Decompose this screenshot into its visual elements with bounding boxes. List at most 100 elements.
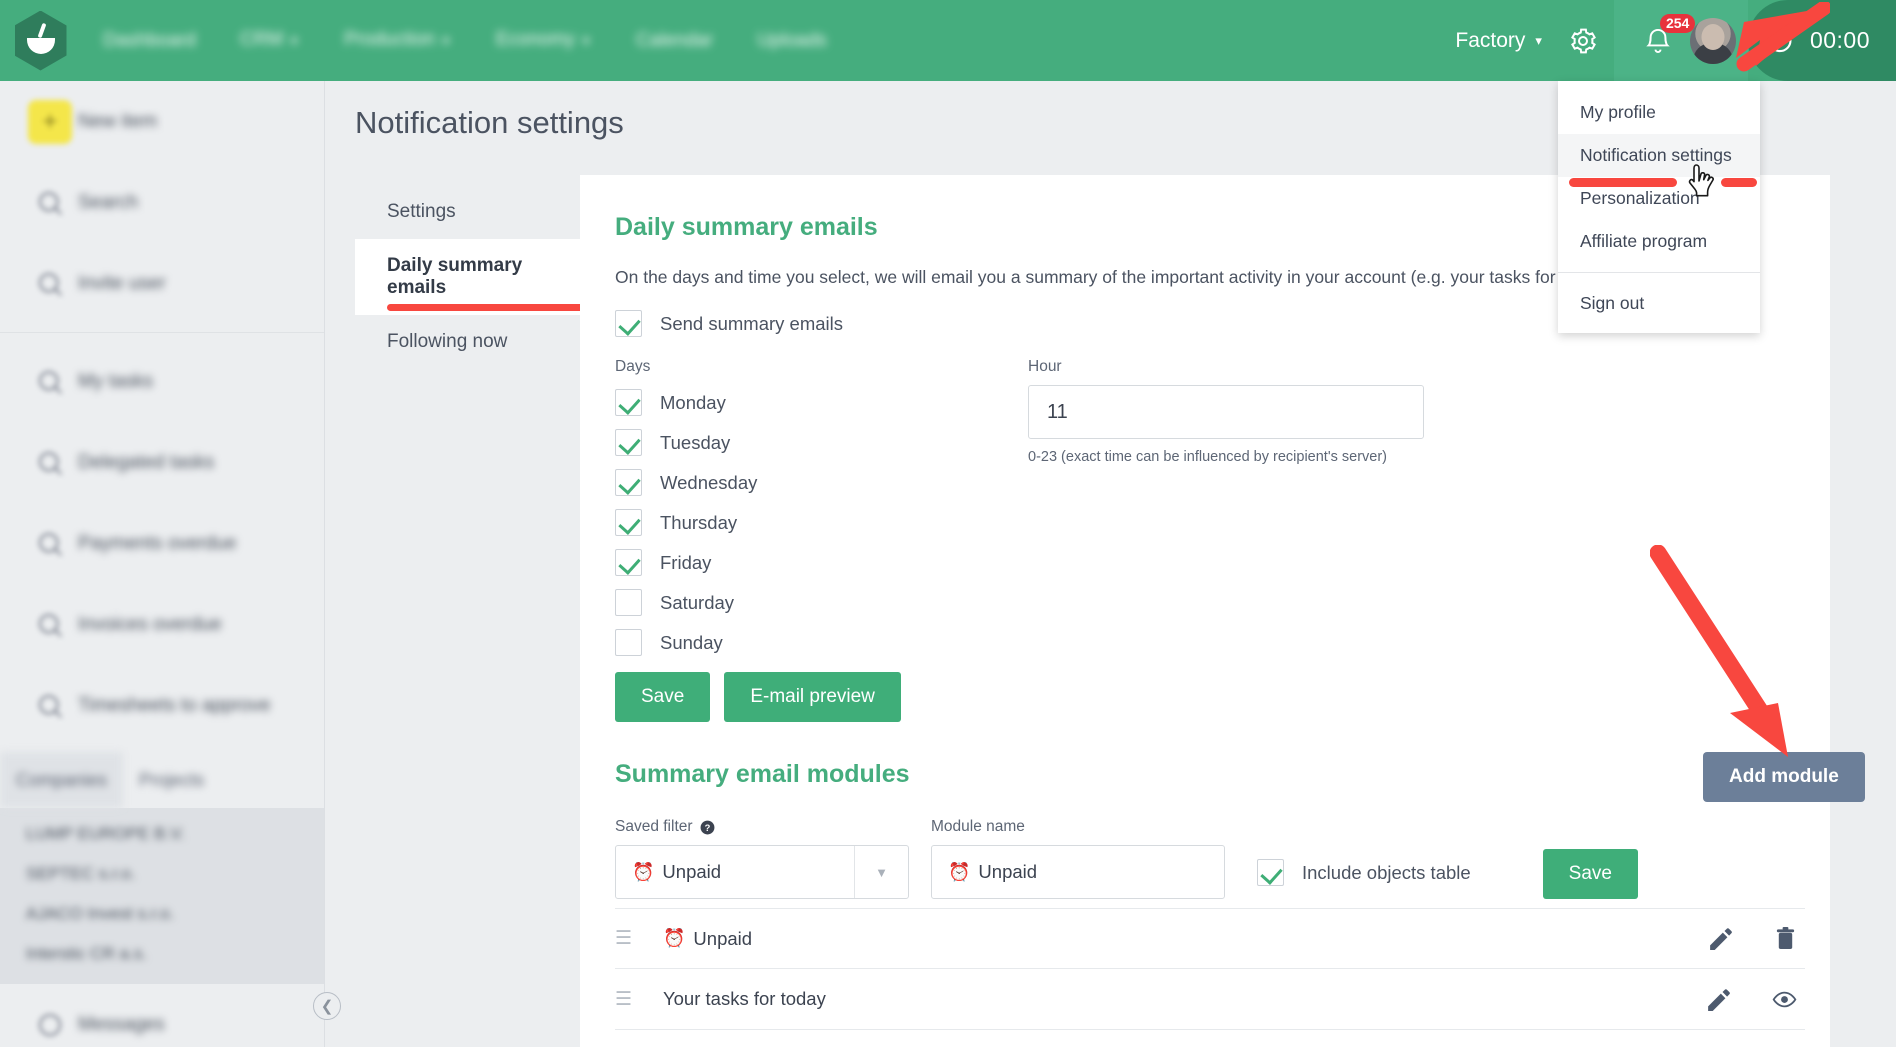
module-row: ☰Your tasks for today bbox=[615, 969, 1805, 1030]
nav-item-economy[interactable]: Economy▼ bbox=[474, 0, 614, 82]
app-logo[interactable] bbox=[0, 0, 81, 81]
company-list-item[interactable]: AJACO Invest s.r.o. bbox=[0, 894, 324, 934]
left-sidebar: +New itemSearchInvite user My tasks Deleg… bbox=[0, 81, 325, 1047]
day-checkbox-monday[interactable] bbox=[615, 389, 642, 416]
subnav-item-settings[interactable]: Settings bbox=[355, 185, 580, 239]
hour-input[interactable] bbox=[1028, 385, 1424, 439]
drag-handle-icon[interactable]: ☰ bbox=[615, 929, 637, 948]
sidebar-collapse-button[interactable]: ❮ bbox=[313, 992, 341, 1020]
day-row-monday[interactable]: Monday bbox=[615, 389, 757, 416]
sidebar-divider bbox=[0, 332, 324, 333]
nav-item-label: Dashboard bbox=[103, 30, 196, 51]
saved-filter-select[interactable]: ⏰ Unpaid ▼ bbox=[615, 845, 909, 899]
subnav-item-label: Following now bbox=[387, 331, 507, 352]
eye-icon[interactable] bbox=[1772, 987, 1797, 1012]
day-label: Friday bbox=[660, 552, 711, 574]
user-avatar[interactable] bbox=[1690, 18, 1736, 64]
chevron-down-icon: ▼ bbox=[288, 34, 300, 48]
question-mark-icon[interactable]: ? bbox=[700, 820, 715, 835]
subnav-item-label: Settings bbox=[387, 201, 456, 222]
sidebar-tab-projects[interactable]: Projects bbox=[123, 770, 220, 791]
day-row-saturday[interactable]: Saturday bbox=[615, 589, 757, 616]
module-save-button[interactable]: Save bbox=[1543, 849, 1638, 899]
day-row-sunday[interactable]: Sunday bbox=[615, 629, 757, 656]
menu-item-notification-settings[interactable]: Notification settings bbox=[1558, 134, 1760, 177]
tasks-icon bbox=[35, 367, 65, 397]
pencil-icon[interactable] bbox=[1705, 987, 1730, 1012]
annotation-underline-menu-left bbox=[1569, 178, 1677, 187]
save-button[interactable]: Save bbox=[615, 672, 710, 722]
nav-item-production[interactable]: Production▼ bbox=[322, 0, 474, 82]
nav-item-calendar[interactable]: Calendar bbox=[614, 0, 735, 81]
sidebar-item-label: My tasks bbox=[78, 371, 153, 393]
module-name-label: Module name bbox=[931, 818, 1225, 836]
module-name-input[interactable]: ⏰ Unpaid bbox=[931, 845, 1225, 899]
day-checkbox-tuesday[interactable] bbox=[615, 429, 642, 456]
trash-icon[interactable] bbox=[1774, 926, 1797, 951]
day-checkbox-saturday[interactable] bbox=[615, 589, 642, 616]
nav-item-crm[interactable]: CRM ▼ bbox=[218, 0, 322, 82]
company-list-item[interactable]: Interstic CR a.s. bbox=[0, 934, 324, 974]
sidebar-item-delegated-tasks[interactable]: Delegated tasks bbox=[0, 422, 324, 503]
nav-item-dashboard[interactable]: Dashboard bbox=[81, 0, 218, 81]
sidebar-item-my-tasks[interactable]: My tasks bbox=[0, 341, 324, 422]
saved-filter-group: Saved filter ? ⏰ Unpaid ▼ bbox=[615, 818, 909, 899]
sidebar-item-invite-user[interactable]: Invite user bbox=[0, 243, 324, 324]
day-row-wednesday[interactable]: Wednesday bbox=[615, 469, 757, 496]
alarm-clock-icon: ⏰ bbox=[632, 862, 654, 883]
alarm-clock-icon: ⏰ bbox=[663, 928, 685, 949]
sidebar-tab-companies[interactable]: Companies bbox=[0, 752, 123, 808]
sidebar-item-timesheets-to-approve[interactable]: Timesheets to approve bbox=[0, 665, 324, 746]
timer-value: 00:00 bbox=[1810, 27, 1870, 54]
notifications-button[interactable]: 254 bbox=[1632, 0, 1684, 81]
menu-item-my-profile[interactable]: My profile bbox=[1558, 91, 1760, 134]
subnav-item-following-now[interactable]: Following now bbox=[355, 315, 580, 369]
main-nav: Dashboard CRM ▼ Production▼Economy▼Calendar… bbox=[81, 0, 849, 81]
payments-icon-wrap bbox=[22, 529, 78, 559]
pencil-icon[interactable] bbox=[1707, 926, 1732, 951]
company-list-item[interactable]: SEPTEC s.r.o. bbox=[0, 854, 324, 894]
company-list-item[interactable]: LUMP EUROPE B.V. bbox=[0, 814, 324, 854]
nav-item-label: CRM bbox=[240, 29, 283, 50]
hour-label: Hour bbox=[1028, 358, 1424, 376]
email-preview-button[interactable]: E-mail preview bbox=[724, 672, 901, 722]
summary-modules-heading: Summary email modules bbox=[615, 760, 910, 789]
module-row-actions bbox=[1707, 926, 1805, 951]
invoices-icon-wrap bbox=[22, 610, 78, 640]
menu-item-affiliate-program[interactable]: Affiliate program bbox=[1558, 220, 1760, 263]
day-checkbox-friday[interactable] bbox=[615, 549, 642, 576]
day-label: Wednesday bbox=[660, 472, 757, 494]
day-row-thursday[interactable]: Thursday bbox=[615, 509, 757, 536]
day-checkbox-sunday[interactable] bbox=[615, 629, 642, 656]
sidebar-item-invoices-overdue[interactable]: Invoices overdue bbox=[0, 584, 324, 665]
sidebar-item-label: Payments overdue bbox=[78, 533, 236, 555]
day-label: Tuesday bbox=[660, 432, 730, 454]
subnav-item-daily-summary-emails[interactable]: Daily summary emails bbox=[355, 239, 580, 315]
sidebar-item-payments-overdue[interactable]: Payments overdue bbox=[0, 503, 324, 584]
company-switcher[interactable]: Factory ▾ bbox=[1435, 0, 1552, 81]
sidebar-item-new-item[interactable]: +New item bbox=[0, 81, 324, 162]
settings-gear-button[interactable] bbox=[1552, 0, 1614, 81]
saved-filter-label: Saved filter bbox=[615, 818, 693, 836]
send-summary-emails-label: Send summary emails bbox=[660, 313, 843, 335]
include-objects-checkbox[interactable] bbox=[1257, 859, 1284, 886]
module-row-name-wrap: ⏰Unpaid bbox=[663, 928, 752, 950]
menu-item-sign-out[interactable]: Sign out bbox=[1558, 282, 1760, 325]
day-row-friday[interactable]: Friday bbox=[615, 549, 757, 576]
day-row-tuesday[interactable]: Tuesday bbox=[615, 429, 757, 456]
send-summary-emails-checkbox[interactable] bbox=[615, 310, 642, 337]
day-checkbox-wednesday[interactable] bbox=[615, 469, 642, 496]
add-module-button[interactable]: Add module bbox=[1703, 752, 1865, 802]
page-title: Notification settings bbox=[355, 105, 624, 141]
include-objects-row[interactable]: Include objects table bbox=[1257, 859, 1471, 886]
day-label: Saturday bbox=[660, 592, 734, 614]
sidebar-item-messages[interactable]: Messages bbox=[0, 984, 324, 1047]
module-row-actions bbox=[1705, 987, 1805, 1012]
svg-text:?: ? bbox=[704, 822, 710, 832]
drag-handle-icon[interactable]: ☰ bbox=[615, 990, 637, 1009]
timer-section[interactable]: 00:00 bbox=[1748, 0, 1896, 81]
day-checkbox-thursday[interactable] bbox=[615, 509, 642, 536]
sidebar-item-search[interactable]: Search bbox=[0, 162, 324, 243]
day-label: Monday bbox=[660, 392, 726, 414]
nav-item-uploads[interactable]: Uploads bbox=[735, 0, 849, 81]
